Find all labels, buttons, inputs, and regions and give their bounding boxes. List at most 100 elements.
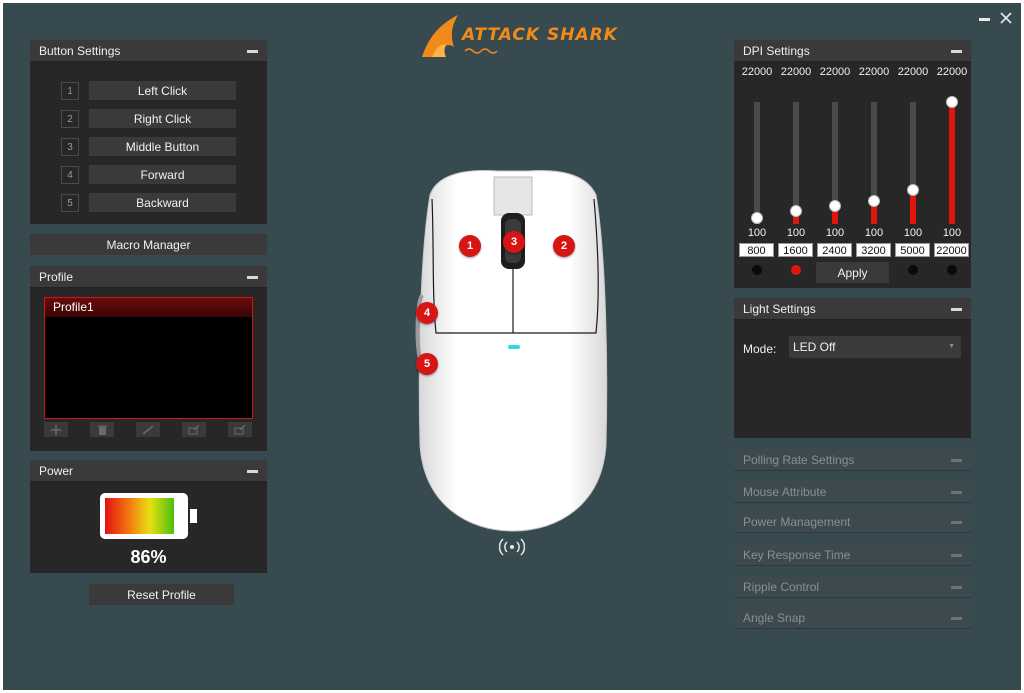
dpi-slider-knob[interactable]	[829, 199, 841, 212]
profile-item[interactable]: Profile1	[45, 298, 252, 317]
dpi-value-field[interactable]: 5000	[895, 243, 930, 257]
export-profile-button[interactable]	[182, 422, 206, 437]
minimize-button[interactable]	[977, 12, 991, 26]
dpi-max-label: 22000	[936, 66, 968, 78]
macro-manager-button[interactable]: Macro Manager	[30, 234, 267, 255]
button-settings-header[interactable]: Button Settings	[30, 40, 267, 62]
dpi-slider-3[interactable]: 22000 100 2400	[817, 62, 853, 275]
close-icon	[1000, 12, 1012, 24]
mouse-marker-4[interactable]: 4	[416, 302, 438, 324]
dpi-slider-knob[interactable]	[751, 211, 763, 224]
power-header[interactable]: Power	[30, 460, 267, 482]
button-number: 5	[61, 194, 79, 212]
collapsed-section-title: Ripple Control	[743, 579, 820, 594]
dpi-slider-knob[interactable]	[790, 204, 802, 217]
mouse-marker-5[interactable]: 5	[416, 353, 438, 375]
collapsed-section-header[interactable]: Ripple Control	[734, 576, 971, 598]
collapsed-section-2[interactable]: Mouse Attribute	[734, 481, 971, 503]
dpi-settings-header[interactable]: DPI Settings	[734, 40, 971, 62]
collapsed-section-4[interactable]: Key Response Time	[734, 544, 971, 566]
dpi-slider-4[interactable]: 22000 100 3200	[856, 62, 892, 275]
light-mode-value: LED Off	[793, 340, 836, 354]
close-button[interactable]	[999, 12, 1013, 26]
chevron-down-icon: ▼	[948, 343, 955, 350]
dpi-level-indicator[interactable]	[752, 265, 762, 275]
dpi-value-field[interactable]: 1600	[778, 243, 813, 257]
collapsed-section-title: Polling Rate Settings	[743, 452, 855, 467]
app-window: ATTACK SHARK Button Settings 1 Left Clic…	[3, 3, 1021, 690]
rename-profile-button[interactable]	[136, 422, 160, 437]
apply-button[interactable]: Apply	[816, 262, 889, 283]
dpi-slider-knob[interactable]	[907, 183, 919, 196]
export-icon	[188, 424, 200, 434]
collapse-icon[interactable]	[951, 617, 962, 620]
reset-profile-button[interactable]: Reset Profile	[89, 584, 234, 605]
collapse-icon[interactable]	[247, 470, 258, 473]
mouse-marker-1[interactable]: 1	[459, 235, 481, 257]
minimize-icon	[978, 18, 990, 21]
right-click-button[interactable]: Right Click	[89, 109, 236, 128]
dpi-slider-1[interactable]: 22000 100 800	[739, 62, 775, 275]
collapsed-section-header[interactable]: Polling Rate Settings	[734, 449, 971, 471]
battery-tip	[190, 509, 197, 523]
wave-icon	[464, 48, 498, 54]
collapse-icon[interactable]	[247, 276, 258, 279]
dpi-slider-5[interactable]: 22000 100 5000	[895, 62, 931, 275]
collapsed-section-6[interactable]: Angle Snap	[734, 607, 971, 629]
collapse-icon[interactable]	[247, 50, 258, 53]
backward-button[interactable]: Backward	[89, 193, 236, 212]
collapsed-section-header[interactable]: Angle Snap	[734, 607, 971, 629]
add-profile-button[interactable]	[44, 422, 68, 437]
collapse-icon[interactable]	[951, 554, 962, 557]
wireless-signal-icon	[499, 538, 525, 556]
collapse-icon[interactable]	[951, 521, 962, 524]
dpi-value-field[interactable]: 22000	[934, 243, 969, 257]
collapsed-section-3[interactable]: Power Management	[734, 511, 971, 533]
dpi-level-indicator[interactable]	[908, 265, 918, 275]
collapsed-section-5[interactable]: Ripple Control	[734, 576, 971, 598]
button-row-5: 5 Backward	[61, 193, 236, 212]
light-mode-select[interactable]: LED Off ▼	[789, 336, 961, 358]
collapse-icon[interactable]	[951, 586, 962, 589]
collapsed-section-header[interactable]: Mouse Attribute	[734, 481, 971, 503]
add-icon	[51, 424, 61, 435]
dpi-value-field[interactable]: 2400	[817, 243, 852, 257]
dpi-level-indicator[interactable]	[947, 265, 957, 275]
import-icon	[234, 424, 246, 434]
collapse-icon[interactable]	[951, 308, 962, 311]
power-panel: Power 86%	[30, 460, 267, 573]
dpi-slider-fill	[949, 102, 955, 224]
profile-list[interactable]: Profile1	[44, 297, 253, 419]
mouse-marker-3[interactable]: 3	[503, 231, 525, 253]
dpi-slider-6[interactable]: 22000 100 22000	[934, 62, 970, 275]
collapsed-section-header[interactable]: Key Response Time	[734, 544, 971, 566]
dpi-value-field[interactable]: 3200	[856, 243, 891, 257]
dpi-value-field[interactable]: 800	[739, 243, 774, 257]
delete-profile-button[interactable]	[90, 422, 114, 437]
collapse-icon[interactable]	[951, 459, 962, 462]
profile-title: Profile	[39, 269, 74, 284]
mouse-image	[415, 170, 608, 532]
shark-fin-logo-icon	[422, 15, 458, 57]
dpi-slider-knob[interactable]	[868, 194, 880, 207]
dpi-slider-2[interactable]: 22000 100 1600	[778, 62, 814, 275]
battery-level-fill	[105, 498, 174, 534]
middle-button-button[interactable]: Middle Button	[89, 137, 236, 156]
collapsed-section-1[interactable]: Polling Rate Settings	[734, 449, 971, 471]
collapsed-section-title: Key Response Time	[743, 547, 851, 562]
dpi-slider-knob[interactable]	[946, 96, 958, 108]
collapse-icon[interactable]	[951, 491, 962, 494]
forward-button[interactable]: Forward	[89, 165, 236, 184]
dpi-level-indicator[interactable]	[791, 265, 801, 275]
dpi-slider-track[interactable]	[754, 102, 760, 224]
mouse-marker-2[interactable]: 2	[553, 235, 575, 257]
profile-header[interactable]: Profile	[30, 266, 267, 288]
profile-item-label: Profile1	[53, 300, 94, 314]
profile-panel: Profile Profile1	[30, 266, 267, 451]
light-settings-header[interactable]: Light Settings	[734, 298, 971, 320]
collapsed-section-header[interactable]: Power Management	[734, 511, 971, 533]
collapse-icon[interactable]	[951, 50, 962, 53]
button-number: 3	[61, 138, 79, 156]
import-profile-button[interactable]	[228, 422, 252, 437]
left-click-button[interactable]: Left Click	[89, 81, 236, 100]
